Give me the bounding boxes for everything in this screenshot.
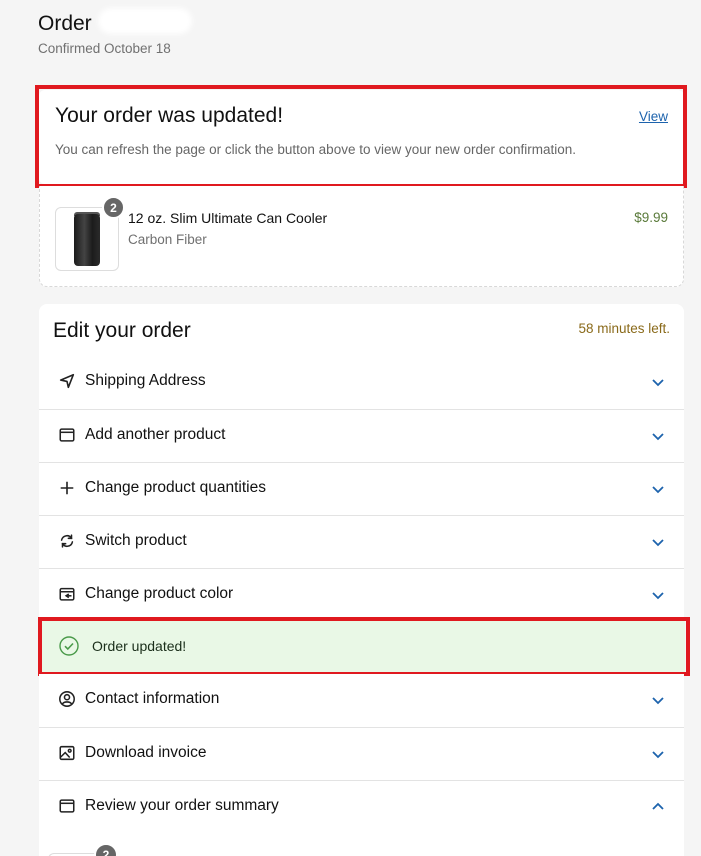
time-left-notice: 58 minutes left. (578, 321, 670, 336)
chevron-down-icon (652, 751, 664, 759)
product-variant: Carbon Fiber (128, 232, 207, 247)
row-label: Review your order summary (85, 797, 279, 814)
row-label: Change product color (85, 585, 234, 602)
product-name: 12 oz. Slim Ultimate Can Cooler (128, 210, 328, 226)
order-confirmation-date: Confirmed October 18 (38, 41, 171, 56)
chevron-down-icon (652, 486, 664, 494)
shipping-address-row[interactable]: Shipping Address (39, 356, 684, 409)
row-label: Switch product (85, 532, 187, 549)
can-cooler-image (74, 214, 100, 266)
redacted-order-number (98, 8, 192, 34)
user-circle-icon (59, 691, 75, 707)
refresh-icon (60, 534, 74, 548)
product-price: $9.99 (634, 210, 668, 225)
row-label: Change product quantities (85, 479, 266, 496)
highlight-frame (35, 85, 687, 188)
quantity-badge: 2 (102, 196, 125, 219)
edit-order-title: Edit your order (53, 319, 191, 342)
order-page: Order Confirmed October 18 Your order wa… (0, 0, 701, 856)
contact-information-row[interactable]: Contact information (39, 674, 684, 727)
change-color-row[interactable]: Change product color (39, 568, 684, 621)
image-icon (59, 745, 75, 761)
chevron-up-icon (652, 802, 664, 810)
chevron-down-icon (652, 539, 664, 547)
chevron-down-icon (652, 697, 664, 705)
order-summary-row[interactable]: Review your order summary (39, 780, 684, 833)
highlight-frame (38, 617, 690, 676)
switch-product-row[interactable]: Switch product (39, 515, 684, 568)
navigation-arrow-icon (59, 373, 75, 389)
chevron-down-icon (652, 592, 664, 600)
swatch-icon (59, 587, 75, 601)
chevron-down-icon (652, 379, 664, 387)
chevron-down-icon (652, 433, 664, 441)
download-invoice-row[interactable]: Download invoice (39, 727, 684, 780)
add-another-product-row[interactable]: Add another product (39, 409, 684, 462)
plus-icon (60, 481, 74, 495)
window-icon (59, 799, 75, 813)
row-label: Download invoice (85, 744, 207, 761)
page-title: Order (38, 12, 92, 35)
change-quantities-row[interactable]: Change product quantities (39, 462, 684, 515)
window-icon (59, 428, 75, 442)
row-label: Shipping Address (85, 372, 206, 389)
row-label: Contact information (85, 690, 220, 707)
row-label: Add another product (85, 426, 226, 443)
